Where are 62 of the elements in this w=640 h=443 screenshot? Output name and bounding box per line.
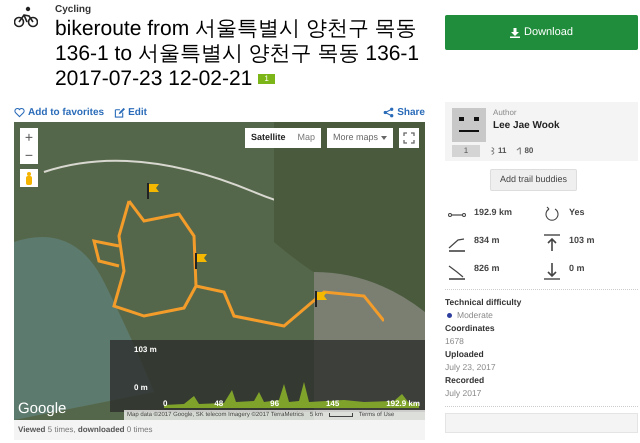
detail-label: Recorded (445, 374, 486, 386)
pegman-icon (25, 172, 33, 184)
route-title-line: bikeroute from 서울특별시 양천구 목동 (55, 16, 418, 41)
detail-value: July 2017 (445, 387, 482, 400)
scale-bar (328, 413, 353, 417)
heart-icon (14, 106, 25, 118)
detail-value: 1678 (445, 335, 464, 348)
distance-axis-label: 96 (270, 398, 280, 410)
avatar-icon (452, 108, 486, 142)
route-title-line: 136-1 to 서울특별시 양천구 목동 136-1 (55, 41, 420, 66)
author-name[interactable]: Lee Jae Wook (493, 118, 560, 133)
count-badge: 1 (258, 74, 275, 84)
activity-label: Cycling (55, 4, 92, 16)
detail-value: Moderate (457, 309, 493, 322)
stat-value: 826 m (474, 262, 500, 274)
caret-icon (381, 136, 387, 140)
max-elevation-icon (543, 234, 561, 252)
share-icon (383, 106, 394, 118)
favorite-link[interactable]: Add to favorites (14, 104, 104, 120)
distance-axis-label: 192.9 km (386, 398, 420, 410)
rank-badge: 1 (452, 145, 480, 157)
distance-axis-label: 145 (326, 398, 340, 410)
google-logo: Google (18, 399, 66, 419)
fullscreen-icon (403, 132, 415, 144)
elevation-axis-label: 103 m (134, 344, 157, 356)
stat-value: 192.9 km (474, 206, 512, 218)
add-trail-buddies-button[interactable]: Add trail buddies (490, 169, 578, 191)
detail-label: Coordinates (445, 322, 496, 334)
download-icon (510, 28, 520, 38)
author-label: Author (493, 108, 518, 118)
distance-icon (448, 213, 466, 217)
flag-icon (146, 182, 160, 200)
edit-icon (114, 106, 126, 118)
zoom-out-button[interactable]: − (20, 146, 38, 164)
stat-value: 834 m (474, 234, 500, 246)
cyclist-icon (14, 6, 38, 28)
detail-value: July 23, 2017 (445, 361, 496, 374)
route-title-line: 2017-07-23 12-02-21 (55, 66, 252, 91)
min-elevation-icon (543, 262, 561, 280)
edit-link[interactable]: Edit (114, 104, 148, 120)
stat-value: 103 m (569, 234, 595, 246)
fullscreen-button[interactable] (399, 128, 419, 148)
more-maps-dropdown[interactable]: More maps (326, 128, 393, 148)
map-type-tab[interactable]: Satellite (244, 128, 292, 148)
elevation-axis-label: 0 m (134, 382, 149, 394)
view-count-text: Viewed 5 times, downloaded 0 times (18, 424, 153, 436)
map-type-tab[interactable]: Map (291, 128, 321, 148)
wave-icon (490, 146, 496, 156)
flag-icon (314, 290, 328, 308)
detail-label: Technical difficulty (445, 296, 522, 308)
trails-count: 80 (524, 145, 534, 157)
distance-axis-label: 0 (163, 398, 168, 410)
stat-value: 0 m (569, 262, 585, 274)
flag-pole-icon (516, 146, 522, 156)
zoom-in-button[interactable]: + (20, 128, 38, 146)
stat-value: Yes (569, 206, 585, 218)
distance-axis-label: 48 (214, 398, 224, 410)
share-link[interactable]: Share (383, 104, 425, 120)
flag-icon (194, 252, 208, 270)
detail-label: Uploaded (445, 348, 485, 360)
download-button[interactable]: Download (445, 15, 638, 50)
followers-count: 11 (498, 145, 506, 157)
